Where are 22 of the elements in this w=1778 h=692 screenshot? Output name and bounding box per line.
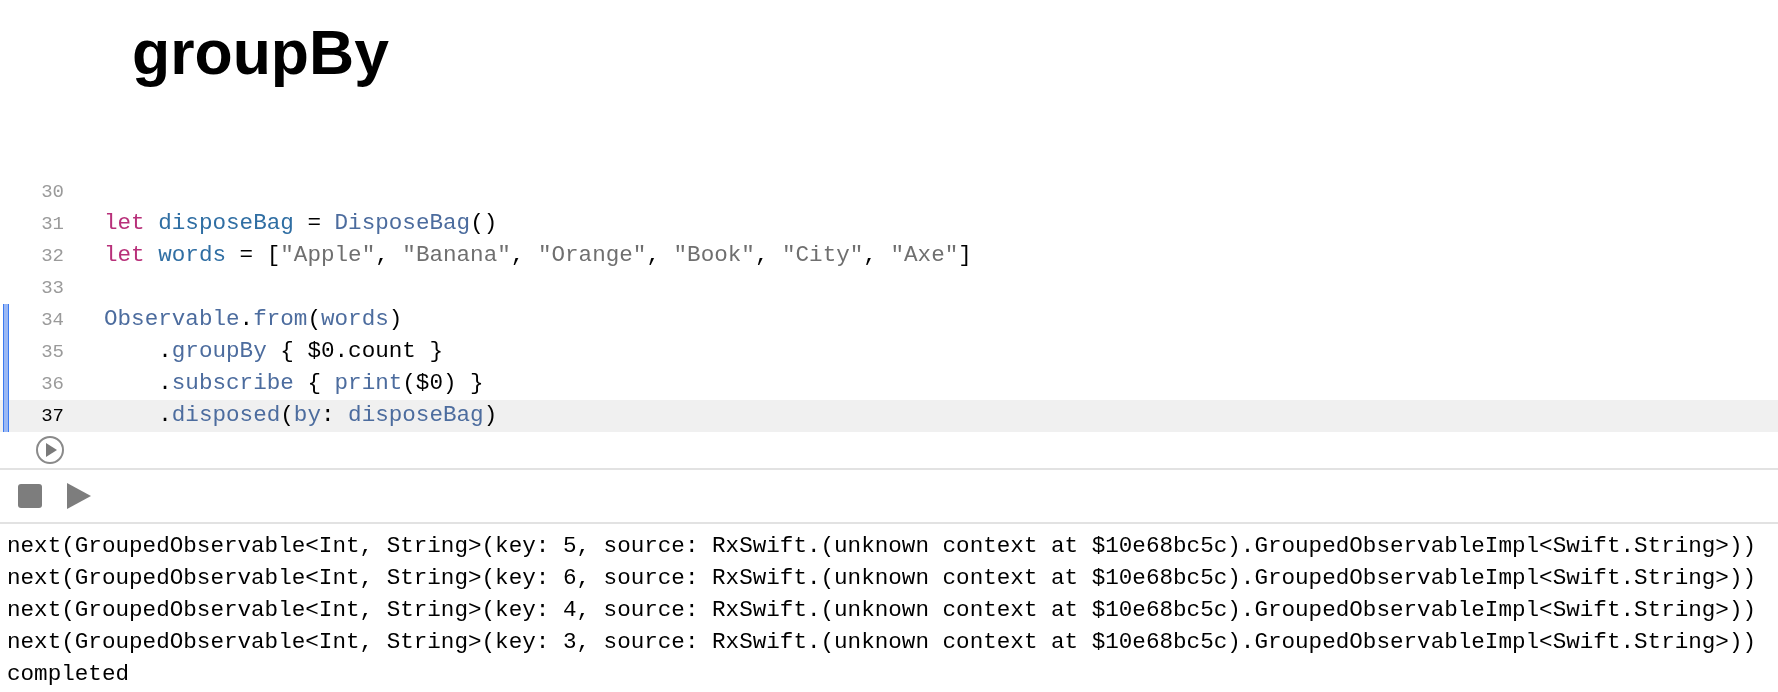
line-number: 36 <box>40 371 64 397</box>
line-number: 33 <box>40 275 64 301</box>
play-icon[interactable] <box>66 482 92 510</box>
code-line: .subscribe { print($0) } <box>157 369 484 399</box>
code-line: let words = ["Apple", "Banana", "Orange", "Book", "City", "Axe"] <box>104 241 972 271</box>
code-line: let disposeBag = DisposeBag() <box>104 209 498 239</box>
line-number: 32 <box>40 243 64 269</box>
line-number: 34 <box>40 307 64 333</box>
line-number: 30 <box>40 179 64 205</box>
code-line: .groupBy { $0.count } <box>157 337 443 367</box>
line-number: 37 <box>40 403 64 429</box>
code-line: .disposed(by: disposeBag) <box>157 401 498 431</box>
line-number: 35 <box>40 339 64 365</box>
console-output-line: completed <box>7 660 130 689</box>
console-output-line: next(GroupedObservable<Int, String>(key: 4, source: RxSwift.(unknown context at $10e68bc5c).GroupedObservableImpl<Swift.String>)) <box>7 596 1757 625</box>
console-output-line: next(GroupedObservable<Int, String>(key: 6, source: RxSwift.(unknown context at $10e68bc5c).GroupedObservableImpl<Swift.String>)) <box>7 564 1757 593</box>
console-output-line: next(GroupedObservable<Int, String>(key: 3, source: RxSwift.(unknown context at $10e68bc5c).GroupedObservableImpl<Swift.String>)) <box>7 628 1757 657</box>
page-title: groupBy <box>132 16 390 89</box>
console-output-line: next(GroupedObservable<Int, String>(key: 5, source: RxSwift.(unknown context at $10e68bc5c).GroupedObservableImpl<Swift.String>)) <box>7 532 1757 561</box>
line-number: 31 <box>40 211 64 237</box>
run-icon[interactable] <box>35 435 65 465</box>
code-line: Observable.from(words) <box>104 305 403 335</box>
